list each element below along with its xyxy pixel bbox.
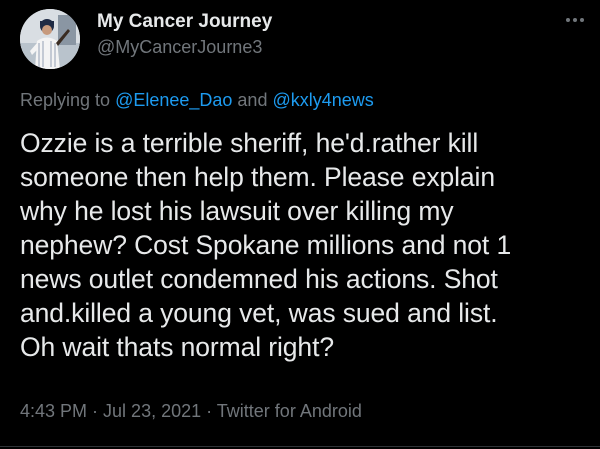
tweet-text-line: Oh wait thats normal right? — [20, 332, 334, 362]
tweet-date[interactable]: Jul 23, 2021 — [103, 401, 201, 421]
mention-link-elenee-dao[interactable]: @Elenee_Dao — [115, 90, 232, 110]
tweet-time[interactable]: 4:43 PM — [20, 401, 87, 421]
tweet-text-line: nephew? Cost Spokane millions and not 1 — [20, 230, 512, 260]
replying-to-label: Replying to — [20, 90, 116, 110]
tweet-metadata: 4:43 PM · Jul 23, 2021 · Twitter for And… — [20, 401, 362, 422]
divider — [0, 446, 600, 447]
avatar-photo — [20, 9, 80, 69]
replying-to-joiner: and — [232, 90, 273, 110]
tweet-text-line: why he lost his lawsuit over killing my — [20, 196, 454, 226]
display-name[interactable]: My Cancer Journey — [97, 11, 272, 33]
meta-separator: · — [201, 401, 217, 421]
tweet-text-line: someone then help them. Please explain — [20, 162, 495, 192]
tweet-text: Ozzie is a terrible sheriff, he'd.rather… — [20, 126, 588, 364]
tweet-text-line: news outlet condemned his actions. Shot — [20, 264, 498, 294]
tweet-text-line: and.killed a young vet, was sued and lis… — [20, 298, 498, 328]
mention-link-kxly4news[interactable]: @kxly4news — [272, 90, 373, 110]
tweet-text-line: Ozzie is a terrible sheriff, he'd.rather… — [20, 128, 479, 158]
more-horizontal-icon[interactable] — [560, 12, 590, 28]
meta-separator: · — [87, 401, 104, 421]
user-handle[interactable]: @MyCancerJourne3 — [97, 37, 262, 58]
avatar[interactable] — [20, 9, 80, 69]
tweet-card: My Cancer Journey @MyCancerJourne3 Reply… — [0, 0, 600, 449]
tweet-source[interactable]: Twitter for Android — [217, 401, 362, 421]
replying-to-line: Replying to @Elenee_Dao and @kxly4news — [20, 90, 374, 111]
